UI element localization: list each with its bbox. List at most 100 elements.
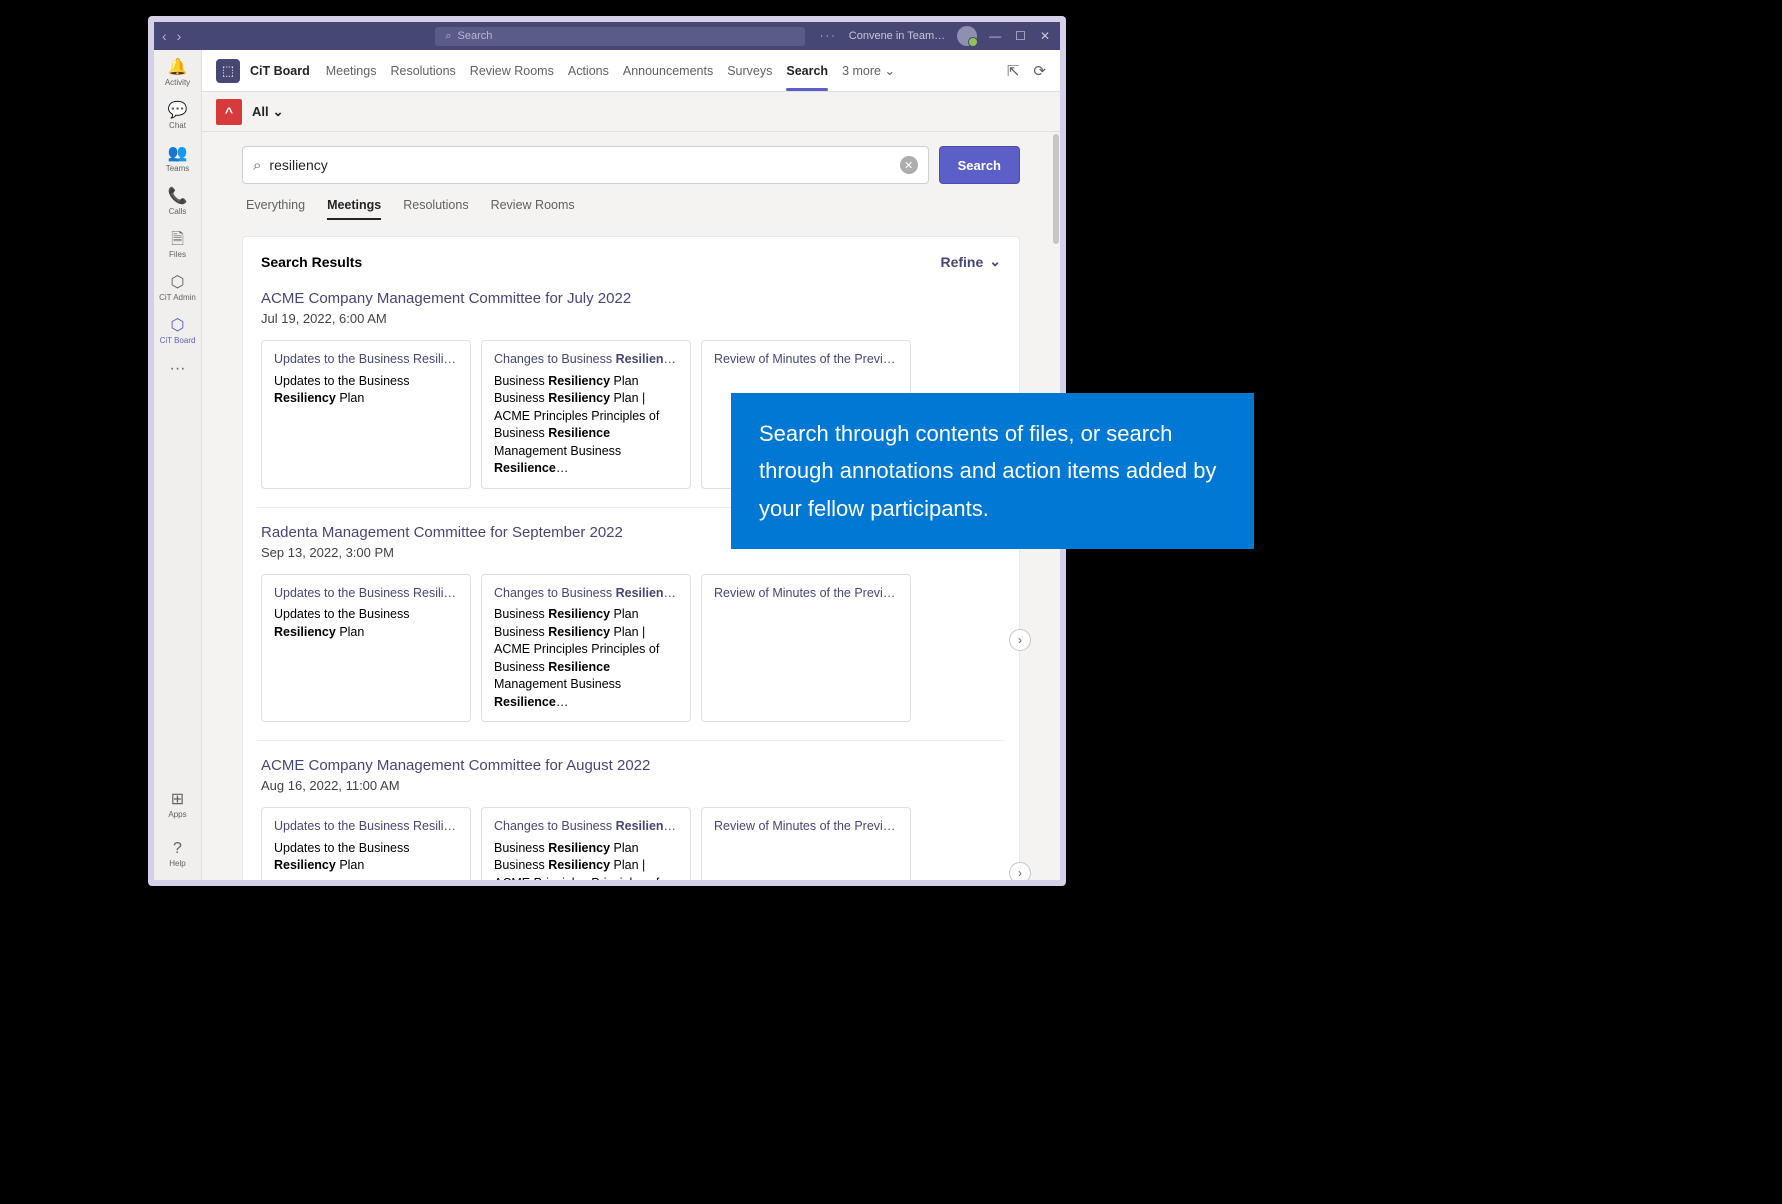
rail-icon: ⬡ [171, 318, 185, 334]
rail-item-chat[interactable]: 💬 Chat [154, 99, 201, 134]
app-hint: Convene in Team… [849, 30, 945, 42]
document-title: Changes to Business Resiliency Pla… [494, 585, 678, 603]
meeting-title[interactable]: ACME Company Management Committee for Ju… [261, 290, 1001, 307]
chevron-down-icon: ⌄ [989, 253, 1001, 270]
rail-item-apps[interactable]: ⊞ Apps [168, 788, 186, 823]
topbar-tab-surveys[interactable]: Surveys [727, 52, 772, 90]
meeting-result: Radenta Management Committee for Septemb… [257, 518, 1005, 742]
chevron-down-icon: ⌄ [273, 104, 284, 120]
nav-forward-icon[interactable]: › [177, 28, 182, 44]
rail-icon: 🗎 [171, 232, 184, 248]
document-snippet: Updates to the Business Resiliency Plan [274, 373, 458, 408]
sub-tab-meetings[interactable]: Meetings [327, 192, 381, 220]
sub-tab-resolutions[interactable]: Resolutions [403, 192, 468, 220]
search-value: resiliency [269, 157, 891, 173]
document-card[interactable]: Updates to the Business Resiliency P… Up… [261, 340, 471, 489]
document-card[interactable]: Review of Minutes of the Previous M… [701, 807, 911, 880]
topbar-tab-resolutions[interactable]: Resolutions [390, 52, 455, 90]
app-logo-icon: ⬚ [216, 59, 240, 83]
rail-item-help[interactable]: ?Help [168, 837, 186, 872]
search-button[interactable]: Search [939, 146, 1020, 184]
document-snippet: Business Resiliency Plan Business Resili… [494, 373, 678, 478]
rail-item-teams[interactable]: 👥 Teams [154, 142, 201, 177]
help-callout: Search through contents of files, or sea… [731, 393, 1254, 549]
app-topbar: ⬚ CiT Board Meetings Resolutions Review Ro… [202, 50, 1060, 92]
rail-label: CiT Admin [159, 293, 196, 302]
rail-item-files[interactable]: 🗎Files [154, 228, 201, 263]
rail-icon: 👥 [168, 146, 188, 162]
rail-icon: 🔔 [168, 60, 188, 76]
meeting-date: Jul 19, 2022, 6:00 AM [261, 311, 1001, 326]
rail-icon: 💬 [168, 103, 188, 119]
topbar-tab-announcements[interactable]: Announcements [623, 52, 713, 90]
filter-bar: ^ All ⌄ [202, 92, 1060, 132]
rail-label: Activity [165, 78, 190, 87]
document-card[interactable]: Changes to Business Resiliency Pla… Busi… [481, 340, 691, 489]
next-arrow-icon[interactable]: › [1009, 862, 1031, 880]
document-snippet: Business Resiliency Plan Business Resili… [494, 840, 678, 881]
refresh-icon[interactable]: ⟳ [1033, 62, 1046, 80]
rail-label: Teams [166, 164, 190, 173]
rail-label: CiT Board [160, 336, 196, 345]
document-title: Review of Minutes of the Previous M… [714, 818, 898, 836]
document-title: Updates to the Business Resiliency P… [274, 585, 458, 603]
result-type-tabs: Everything Meetings Resolutions Review Room… [246, 192, 1016, 220]
results-heading: Search Results [261, 254, 362, 270]
more-icon[interactable]: ··· [820, 30, 837, 42]
topbar-tab-actions[interactable]: Actions [568, 52, 609, 90]
document-card[interactable]: Updates to the Business Resiliency P… Up… [261, 574, 471, 723]
document-card[interactable]: Changes to Business Resiliency Pla… Busi… [481, 574, 691, 723]
rail-icon: ⊞ [171, 792, 184, 808]
window-minimize-icon[interactable]: — [989, 29, 1001, 43]
global-search[interactable]: ⌕ Search [435, 27, 805, 46]
sub-tab-everything[interactable]: Everything [246, 192, 305, 220]
sub-tab-review-rooms[interactable]: Review Rooms [491, 192, 575, 220]
clear-search-icon[interactable]: ✕ [900, 156, 918, 174]
org-logo-icon: ^ [216, 99, 242, 125]
app-rail: 🔔Activity💬Chat👥Teams📞Calls🗎Files⬡CiT Adm… [154, 50, 202, 880]
rail-icon: 📞 [168, 189, 188, 205]
topbar-tab-search[interactable]: Search [786, 52, 828, 90]
scrollbar-thumb[interactable] [1053, 134, 1059, 244]
avatar[interactable] [957, 26, 977, 46]
search-input[interactable]: ⌕ resiliency ✕ [242, 146, 929, 184]
document-snippet: Updates to the Business Resiliency Plan [274, 606, 458, 641]
next-arrow-icon[interactable]: › [1009, 629, 1031, 651]
refine-label: Refine [940, 254, 983, 270]
document-snippet: Business Resiliency Plan Business Resili… [494, 606, 678, 711]
document-title: Updates to the Business Resiliency P… [274, 818, 458, 836]
document-title: Updates to the Business Resiliency P… [274, 351, 458, 369]
rail-item-cit-admin[interactable]: ⬡CiT Admin [154, 271, 201, 306]
document-title: Review of Minutes of the Previous M… [714, 585, 898, 603]
meeting-title[interactable]: ACME Company Management Committee for Au… [261, 757, 1001, 774]
app-name: CiT Board [250, 64, 310, 78]
global-search-placeholder: Search [458, 30, 493, 42]
meeting-result: ACME Company Management Committee for Au… [257, 751, 1005, 880]
rail-icon: ? [173, 841, 182, 857]
rail-label: Chat [169, 121, 186, 130]
topbar-tab-meetings[interactable]: Meetings [326, 52, 377, 90]
search-icon: ⌕ [253, 157, 261, 174]
rail-more[interactable]: ··· [154, 357, 201, 381]
document-card[interactable]: Review of Minutes of the Previous M… [701, 574, 911, 723]
topbar-tab-review-rooms[interactable]: Review Rooms [470, 52, 554, 90]
rail-item-activity[interactable]: 🔔 Activity [154, 56, 201, 91]
refine-button[interactable]: Refine ⌄ [940, 253, 1001, 270]
document-card[interactable]: Changes to Business Resiliency Pla… Busi… [481, 807, 691, 880]
document-title: Changes to Business Resiliency Pla… [494, 818, 678, 836]
filter-dropdown[interactable]: All ⌄ [252, 104, 284, 120]
window-close-icon[interactable]: ✕ [1040, 29, 1050, 43]
window-maximize-icon[interactable]: ☐ [1015, 29, 1026, 43]
window-titlebar: ‹ › ⌕ Search ··· Convene in Team… — ☐ ✕ [154, 22, 1060, 50]
rail-item-calls[interactable]: 📞Calls [154, 185, 201, 220]
meeting-date: Aug 16, 2022, 11:00 AM [261, 778, 1001, 793]
nav-back-icon[interactable]: ‹ [162, 28, 167, 44]
document-card[interactable]: Updates to the Business Resiliency P… Up… [261, 807, 471, 880]
rail-label: Apps [168, 810, 186, 819]
popout-icon[interactable]: ⇱ [1007, 62, 1020, 80]
chevron-down-icon: ⌄ [884, 64, 894, 78]
topbar-more[interactable]: 3 more ⌄ [842, 51, 895, 90]
rail-item-cit-board[interactable]: ⬡ CiT Board [154, 314, 201, 349]
document-snippet: Updates to the Business Resiliency Plan [274, 840, 458, 875]
document-title: Changes to Business Resiliency Pla… [494, 351, 678, 369]
